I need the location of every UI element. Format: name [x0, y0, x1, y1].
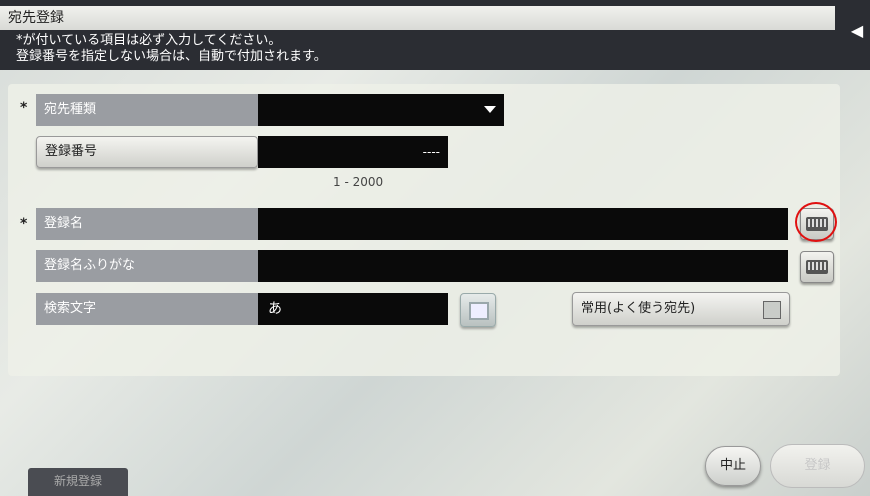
- instruction-text: *が付いている項目は必ず入力してください。 登録番号を指定しない場合は、自動で付…: [16, 33, 327, 65]
- register-button[interactable]: 登録: [770, 444, 865, 488]
- top-bar: 宛先登録 ◀ *が付いている項目は必ず入力してください。 登録番号を指定しない場…: [0, 0, 870, 70]
- destination-type-label: 宛先種類: [36, 94, 258, 126]
- favorite-label: 常用(よく使う宛先): [581, 301, 696, 316]
- favorite-checkbox[interactable]: [763, 301, 781, 319]
- required-mark: *: [20, 216, 28, 232]
- highlight-circle: [795, 202, 837, 242]
- search-char-label: 検索文字: [36, 293, 258, 325]
- registration-number-range: 1 - 2000: [333, 175, 384, 189]
- new-register-tab[interactable]: 新規登録: [28, 468, 128, 496]
- required-mark: *: [20, 100, 28, 116]
- back-arrow-icon[interactable]: ◀: [848, 22, 866, 40]
- registration-number-field[interactable]: ----: [258, 136, 448, 168]
- instruction-line-2: 登録番号を指定しない場合は、自動で付加されます。: [16, 49, 327, 64]
- dropdown-arrow-icon: [484, 106, 496, 113]
- search-char-select-button[interactable]: [460, 293, 496, 327]
- destination-type-select[interactable]: [258, 94, 504, 126]
- copy-icon: [469, 302, 489, 320]
- keyboard-icon: [806, 260, 828, 274]
- name-furigana-label: 登録名ふりがな: [36, 250, 258, 282]
- registration-number-button[interactable]: 登録番号: [36, 136, 258, 168]
- cancel-button[interactable]: 中止: [705, 446, 761, 486]
- search-char-field[interactable]: あ: [258, 293, 448, 325]
- registration-name-label: 登録名: [36, 208, 258, 240]
- furigana-keyboard-button[interactable]: [800, 251, 834, 283]
- registration-number-value: ----: [422, 145, 440, 159]
- registration-name-field[interactable]: [258, 208, 788, 240]
- favorite-toggle[interactable]: 常用(よく使う宛先): [572, 292, 790, 326]
- name-furigana-field[interactable]: [258, 250, 788, 282]
- page-title: 宛先登録: [0, 6, 835, 30]
- instruction-line-1: *が付いている項目は必ず入力してください。: [16, 33, 282, 48]
